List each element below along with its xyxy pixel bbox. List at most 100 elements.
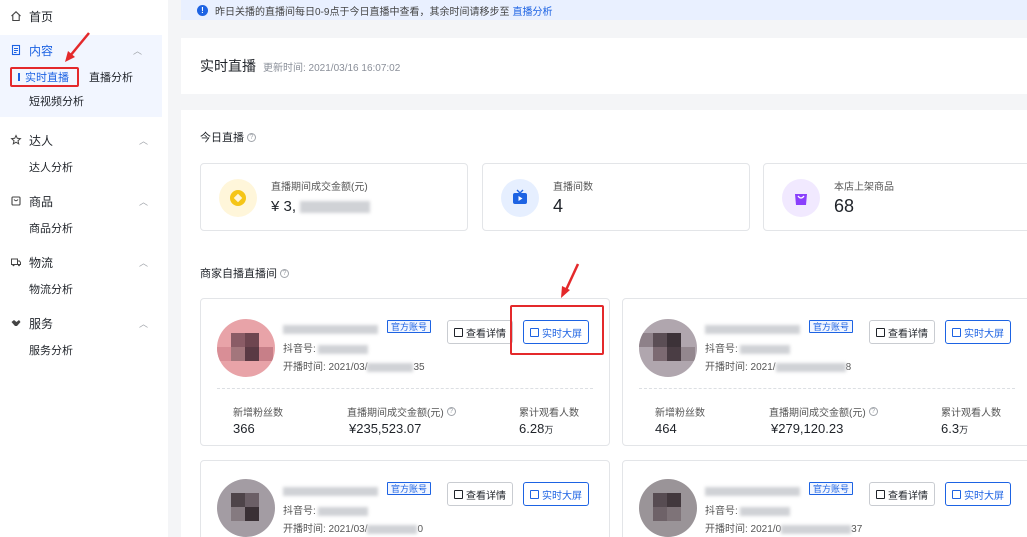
fans-label: 新增粉丝数 [233, 408, 283, 419]
nav-item-label: 实时直播 [25, 72, 69, 84]
divider [217, 388, 593, 389]
room-name [283, 484, 378, 497]
nav-item-short-video[interactable]: 短视频分析 [0, 89, 162, 113]
start-time: 开播时间: 2021/8 [705, 362, 852, 373]
view-detail-button[interactable]: 查看详情 [447, 482, 513, 506]
douyin-id: 抖音号: [283, 340, 368, 355]
start-time: 开播时间: 2021/0 37 [705, 524, 863, 535]
nav-home-label: 首页 [29, 9, 54, 24]
help-icon[interactable]: ? [446, 407, 456, 416]
avatar [217, 479, 275, 537]
official-badge: 官方账号 [809, 482, 854, 495]
view-detail-button[interactable]: 查看详情 [869, 320, 935, 344]
room-name [705, 484, 800, 497]
main-panel: 今日直播 ? 直播期间成交金额(元) ¥ 3, 直播间数 4 本店上架商品 68… [181, 110, 1027, 537]
realtime-screen-button[interactable]: 实时大屏 [945, 320, 1011, 344]
stat-card-gmv: 直播期间成交金额(元) ¥ 3, [200, 163, 468, 231]
sidebar: 首页 内容 ︿ 实时直播 直播分析 短视频分析 达人 ︿ 达人分析 商品 ︿ 商… [0, 0, 168, 537]
nav-goods-label: 商品 [29, 194, 54, 209]
handshake-icon [10, 317, 22, 329]
fans-label: 新增粉丝数 [655, 408, 705, 419]
nav-group-goods: 商品 ︿ 商品分析 [0, 186, 168, 240]
highlight-box [510, 305, 604, 355]
avatar [217, 319, 275, 377]
nav-item-logistics-analysis[interactable]: 物流分析 [0, 277, 168, 301]
stat-value: 4 [553, 196, 564, 216]
today-section-title: 今日直播 ? [200, 129, 256, 145]
notice-link[interactable]: 直播分析 [512, 3, 552, 18]
update-time: 更新时间: 2021/03/16 16:07:02 [263, 62, 401, 74]
coin-icon [219, 179, 257, 217]
nav-content-label: 内容 [29, 43, 54, 58]
annotation-arrow [561, 263, 580, 298]
help-icon[interactable]: ? [868, 407, 878, 416]
box-icon [10, 195, 22, 207]
nav-service-label: 服务 [29, 316, 54, 331]
nav-home[interactable]: 首页 [0, 0, 168, 32]
rooms-title: 商家自播直播间 [200, 268, 277, 280]
nav-group-service: 服务 ︿ 服务分析 [0, 308, 168, 362]
room-name [283, 322, 378, 335]
rooms-section-title: 商家自播直播间 ? [200, 265, 289, 281]
nav-item-service-analysis[interactable]: 服务分析 [0, 338, 168, 362]
official-badge: 官方账号 [387, 320, 432, 333]
viewers-value: 6.28万 [519, 421, 554, 436]
nav-logistics-header[interactable]: 物流 ︿ [0, 247, 168, 277]
nav-service-header[interactable]: 服务 ︿ [0, 308, 168, 338]
document-icon [454, 489, 463, 499]
annotation-arrow [65, 32, 90, 62]
stat-label: 直播期间成交金额(元) [271, 182, 368, 193]
page-header: 实时直播 更新时间: 2021/03/16 16:07:02 [181, 38, 1027, 94]
official-badge: 官方账号 [809, 320, 854, 333]
nav-talent-header[interactable]: 达人 ︿ [0, 125, 168, 155]
room-card: 官方账号 抖音号: 开播时间: 2021/0 37 查看详情 实时大屏 [622, 460, 1027, 537]
stat-card-products: 本店上架商品 68 [763, 163, 1027, 231]
viewers-label: 累计观看人数 [519, 408, 579, 419]
document-icon [876, 489, 885, 499]
stat-label: 直播间数 [553, 182, 593, 193]
notice-text: 昨日关播的直播间每日0-9点于今日直播中查看，其余时间请移步至 [215, 6, 510, 18]
stat-value: ¥ 3, [271, 198, 371, 215]
douyin-id: 抖音号: [705, 340, 790, 355]
room-card: 官方账号 抖音号: 开播时间: 2021/8 查看详情 实时大屏 新增粉丝数 4… [622, 298, 1027, 446]
gmv-label: 直播期间成交金额(元)? [347, 404, 456, 419]
medal-icon [10, 134, 22, 146]
today-title: 今日直播 [200, 132, 244, 144]
stat-value: 68 [834, 196, 855, 216]
fans-value: 464 [655, 421, 677, 436]
official-badge: 官方账号 [387, 482, 432, 495]
notice-bar: ! 昨日关播的直播间每日0-9点于今日直播中查看，其余时间请移步至 直播分析 [181, 0, 1027, 20]
start-time: 开播时间: 2021/03/0 [283, 524, 424, 535]
room-card: 官方账号 抖音号: 开播时间: 2021/03/0 查看详情 实时大屏 [200, 460, 610, 537]
truck-icon [10, 256, 22, 268]
realtime-screen-button[interactable]: 实时大屏 [523, 482, 589, 506]
nav-item-live-realtime[interactable]: 实时直播 [10, 67, 79, 87]
active-indicator [18, 73, 20, 81]
nav-group-logistics: 物流 ︿ 物流分析 [0, 247, 168, 301]
view-detail-button[interactable]: 查看详情 [447, 320, 513, 344]
stat-label: 本店上架商品 [834, 182, 894, 193]
nav-item-goods-analysis[interactable]: 商品分析 [0, 216, 168, 240]
douyin-id: 抖音号: [705, 502, 790, 517]
bag-icon [782, 179, 820, 217]
stat-card-rooms: 直播间数 4 [482, 163, 750, 231]
douyin-id: 抖音号: [283, 502, 368, 517]
viewers-value: 6.3万 [941, 421, 969, 436]
home-icon [10, 10, 22, 22]
chart-icon [952, 489, 961, 499]
nav-group-talent: 达人 ︿ 达人分析 [0, 125, 168, 179]
realtime-screen-button[interactable]: 实时大屏 [945, 482, 1011, 506]
nav-item-talent-analysis[interactable]: 达人分析 [0, 155, 168, 179]
view-detail-button[interactable]: 查看详情 [869, 482, 935, 506]
gmv-value: ¥279,120.23 [771, 421, 844, 436]
help-icon[interactable]: ? [280, 268, 289, 278]
viewers-label: 累计观看人数 [941, 408, 1001, 419]
document-icon [876, 327, 885, 337]
fans-value: 366 [233, 421, 255, 436]
chevron-up-icon: ︿ [138, 135, 148, 146]
nav-item-live-analysis[interactable]: 直播分析 [89, 69, 133, 85]
nav-goods-header[interactable]: 商品 ︿ [0, 186, 168, 216]
help-icon[interactable]: ? [247, 132, 256, 142]
info-icon: ! [197, 4, 208, 16]
chevron-up-icon: ︿ [138, 257, 148, 268]
